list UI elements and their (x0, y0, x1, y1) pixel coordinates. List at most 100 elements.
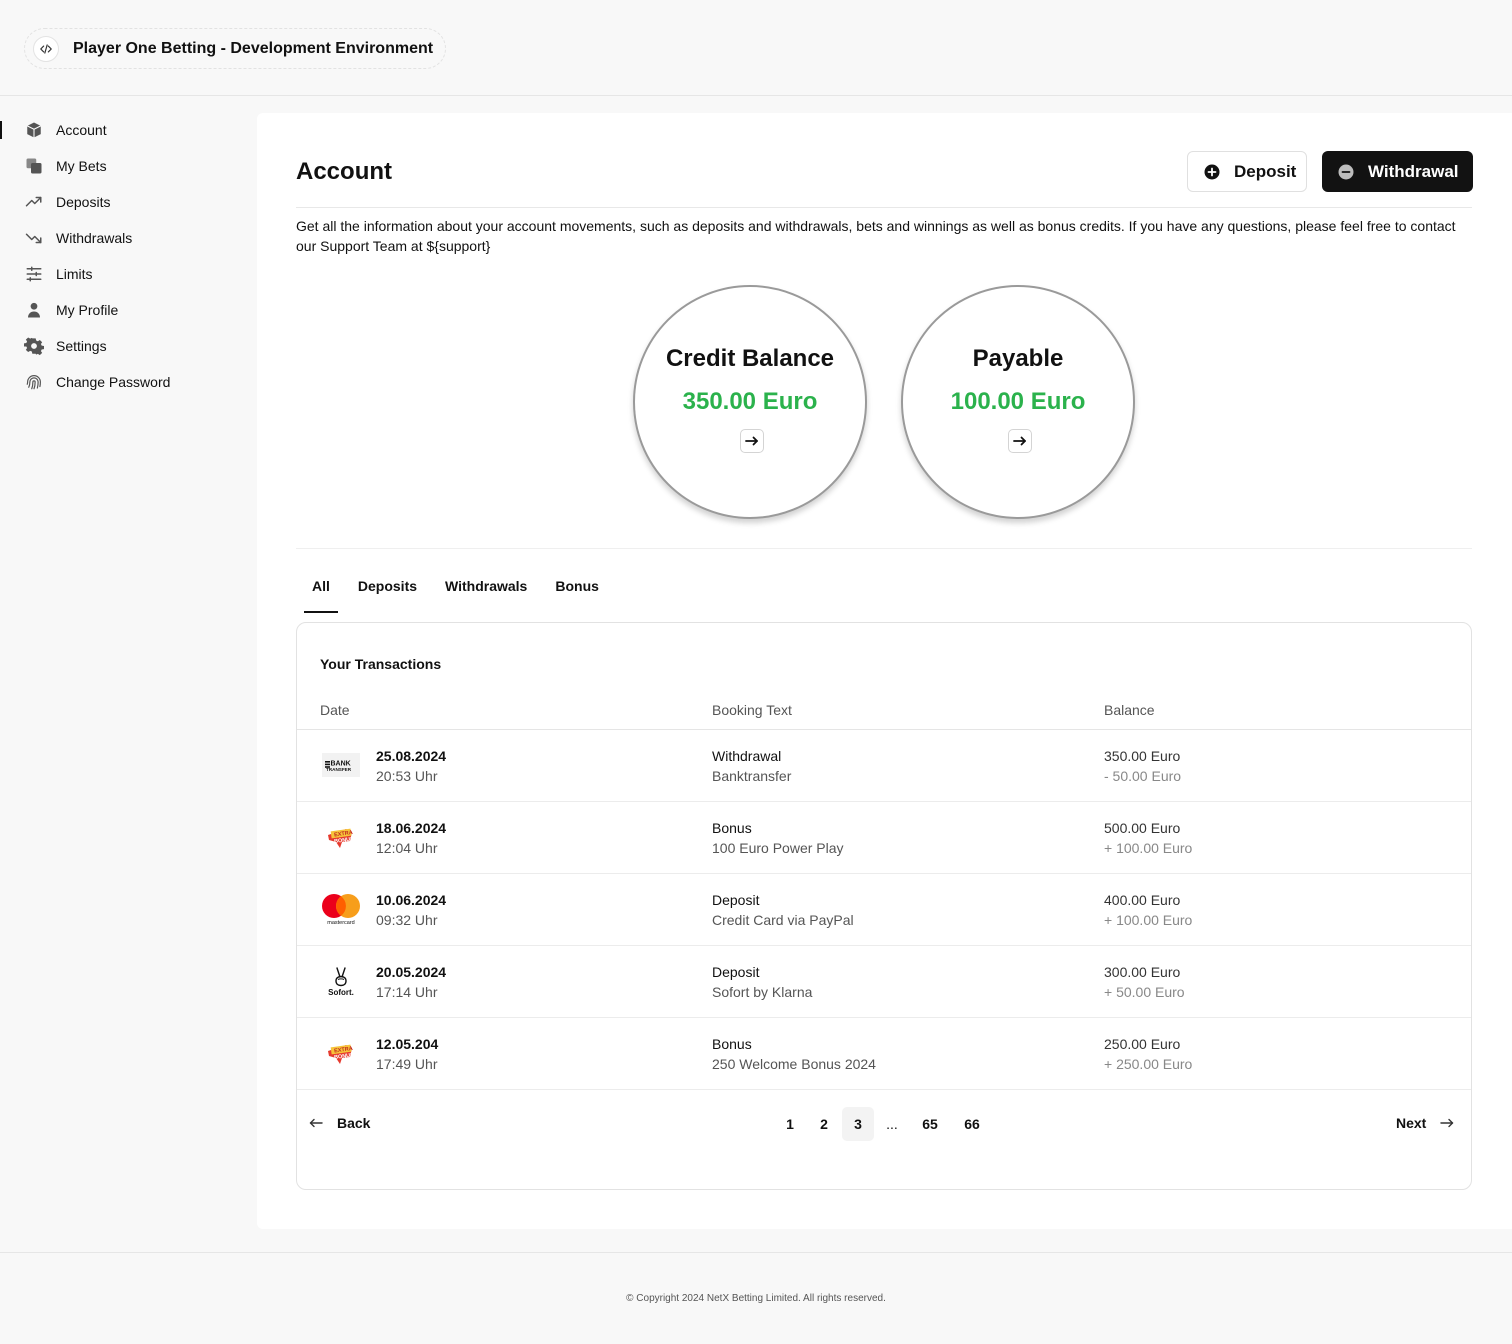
transaction-time: 09:32 Uhr (376, 912, 438, 928)
transaction-balance: 350.00 Euro (1104, 748, 1181, 764)
transaction-date: 10.06.2024 (376, 892, 447, 908)
code-icon (33, 35, 59, 62)
transaction-detail: Credit Card via PayPal (712, 912, 854, 928)
pagination-next-label: Next (1396, 1115, 1427, 1131)
user-icon (24, 300, 44, 320)
svg-text:TRANSFER: TRANSFER (326, 767, 352, 772)
table-row[interactable]: BANK TRANSFER 25.08.2024 20:53 Uhr Withdr… (297, 730, 1471, 802)
main-panel: Account Deposit Withdrawal Get all the i… (257, 113, 1512, 1229)
sidebar-item-label: Account (56, 122, 107, 138)
box-icon (24, 120, 44, 140)
transaction-type: Deposit (712, 892, 760, 908)
credit-balance-details-button[interactable] (740, 429, 764, 453)
deposit-button[interactable]: Deposit (1187, 151, 1307, 192)
divider (296, 207, 1472, 208)
environment-badge: Player One Betting - Development Environ… (24, 28, 446, 69)
transaction-time: 17:49 Uhr (376, 1056, 438, 1072)
pagination-ellipsis: ... (886, 1116, 898, 1132)
transaction-balance: 400.00 Euro (1104, 892, 1181, 908)
arrow-right-icon (1013, 436, 1026, 446)
arrow-right-icon (1440, 1115, 1454, 1131)
table-row[interactable]: Sofort. 20.05.2024 17:14 Uhr Deposit Sof… (297, 946, 1471, 1018)
withdrawal-button-label: Withdrawal (1368, 161, 1459, 181)
credit-balance-amount: 350.00 Euro (682, 388, 818, 415)
plus-circle-icon (1204, 164, 1220, 180)
page-title: Account (296, 158, 392, 185)
transaction-change: + 100.00 Euro (1104, 912, 1193, 928)
transaction-type: Deposit (712, 964, 760, 980)
column-header-date: Date (320, 702, 350, 718)
tab-bonus[interactable]: Bonus (555, 577, 599, 613)
transaction-type: Withdrawal (712, 748, 782, 764)
fingerprint-icon (24, 372, 44, 392)
credit-balance-title: Credit Balance (665, 345, 835, 372)
trending-up-icon (24, 192, 44, 212)
tab-withdrawals[interactable]: Withdrawals (445, 577, 527, 613)
transaction-detail: 100 Euro Power Play (712, 840, 844, 856)
transaction-change: + 100.00 Euro (1104, 840, 1193, 856)
transaction-change: - 50.00 Euro (1104, 768, 1182, 784)
sidebar-item-my-profile[interactable]: My Profile (0, 292, 240, 328)
sidebar-item-label: My Bets (56, 158, 107, 174)
transaction-detail: Sofort by Klarna (712, 984, 813, 1000)
sidebar-item-settings[interactable]: Settings (0, 328, 240, 364)
sofort-logo: Sofort. (319, 964, 363, 998)
transaction-time: 20:53 Uhr (376, 768, 438, 784)
sidebar-item-label: Change Password (56, 374, 171, 390)
transaction-balance: 250.00 Euro (1104, 1036, 1181, 1052)
extra-bonus-logo: EXTRA BONUS (319, 820, 363, 854)
sidebar-item-label: Settings (56, 338, 107, 354)
pagination-back-button[interactable]: Back (309, 1115, 370, 1131)
sidebar-item-account[interactable]: Account (0, 112, 240, 148)
sidebar: Account My Bets Deposits Withdrawals Lim… (0, 112, 240, 400)
sidebar-item-deposits[interactable]: Deposits (0, 184, 240, 220)
footer: © Copyright 2024 NetX Betting Limited. A… (0, 1252, 1512, 1344)
table-row[interactable]: EXTRA BONUS 12.05.204 17:49 Uhr Bonus 250… (297, 1018, 1471, 1090)
tab-deposits[interactable]: Deposits (358, 577, 417, 613)
transaction-date: 20.05.2024 (376, 964, 447, 980)
copy-icon (24, 156, 44, 176)
payable-details-button[interactable] (1008, 429, 1032, 453)
payable-card: Payable 100.00 Euro (901, 285, 1135, 519)
transaction-detail: 250 Welcome Bonus 2024 (712, 1056, 876, 1072)
tab-all[interactable]: All (304, 577, 338, 613)
intro-text: Get all the information about your accou… (296, 218, 1456, 254)
sidebar-item-my-bets[interactable]: My Bets (0, 148, 240, 184)
page-button-66[interactable]: 66 (952, 1107, 992, 1141)
svg-text:mastercard: mastercard (327, 920, 355, 925)
app-title: Player One Betting - Development Environ… (73, 39, 434, 57)
page-button-1[interactable]: 1 (774, 1107, 806, 1141)
transactions-title: Your Transactions (320, 656, 442, 672)
page-button-3-current[interactable]: 3 (842, 1107, 874, 1141)
column-header-booking-text: Booking Text (712, 702, 792, 718)
sidebar-item-label: Deposits (56, 194, 111, 210)
transaction-date: 12.05.204 (376, 1036, 439, 1052)
sidebar-item-withdrawals[interactable]: Withdrawals (0, 220, 240, 256)
pagination-back-label: Back (337, 1115, 371, 1131)
transaction-balance: 500.00 Euro (1104, 820, 1181, 836)
arrow-right-icon (745, 436, 758, 446)
sidebar-item-change-password[interactable]: Change Password (0, 364, 240, 400)
transaction-tabs: All Deposits Withdrawals Bonus (304, 577, 627, 613)
transaction-date: 25.08.2024 (376, 748, 447, 764)
transaction-balance: 300.00 Euro (1104, 964, 1181, 980)
divider (296, 548, 1472, 549)
svg-text:Sofort.: Sofort. (328, 988, 354, 997)
credit-balance-card: Credit Balance 350.00 Euro (633, 285, 867, 519)
top-bar: Player One Betting - Development Environ… (0, 0, 1512, 96)
withdrawal-button[interactable]: Withdrawal (1322, 151, 1473, 192)
payable-amount: 100.00 Euro (950, 388, 1086, 415)
column-header-balance: Balance (1104, 702, 1155, 718)
page-button-65[interactable]: 65 (910, 1107, 950, 1141)
minus-circle-icon (1338, 164, 1354, 180)
table-row[interactable]: mastercard 10.06.2024 09:32 Uhr Deposit … (297, 874, 1471, 946)
transaction-change: + 50.00 Euro (1104, 984, 1185, 1000)
sidebar-item-limits[interactable]: Limits (0, 256, 240, 292)
sidebar-item-label: Limits (56, 266, 93, 282)
transactions-card: Your Transactions Date Booking Text Bala… (296, 622, 1472, 1190)
copyright-text: © Copyright 2024 NetX Betting Limited. A… (626, 1293, 886, 1304)
pagination-next-button[interactable]: Next (1396, 1115, 1454, 1131)
page-button-2[interactable]: 2 (808, 1107, 840, 1141)
table-row[interactable]: EXTRA BONUS 18.06.2024 12:04 Uhr Bonus 10… (297, 802, 1471, 874)
transaction-detail: Banktransfer (712, 768, 792, 784)
